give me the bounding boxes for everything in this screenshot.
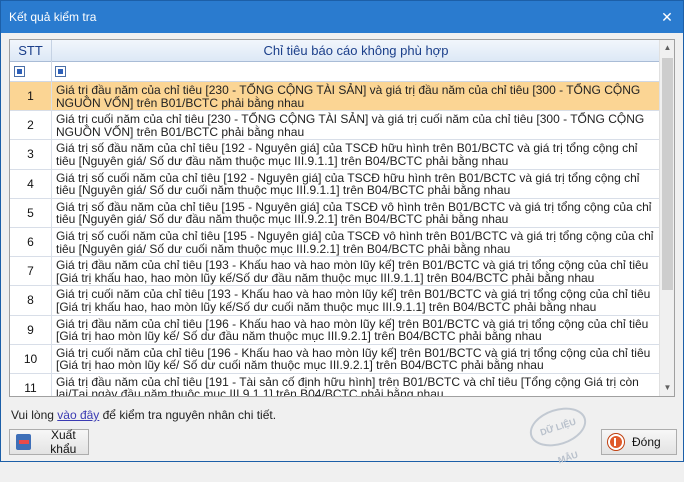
row-description: Giá trị số cuối năm của chỉ tiêu [195 - … (56, 228, 654, 256)
row-stt: 4 (10, 169, 52, 198)
table-row[interactable]: 11 Giá trị đầu năm của chỉ tiêu [191 - Tà… (10, 373, 660, 397)
row-description: Giá trị số đầu năm của chỉ tiêu [192 - N… (56, 141, 638, 168)
close-button[interactable]: Đóng (601, 429, 677, 455)
power-icon (608, 434, 624, 450)
row-stt: 8 (10, 286, 52, 315)
results-grid: STT Chỉ tiêu báo cáo không phù hợp 1 Giá … (9, 39, 675, 397)
row-stt: 1 (10, 82, 52, 111)
title-bar: Kết quả kiểm tra ✕ (1, 1, 683, 33)
detail-link[interactable]: vào đây (57, 408, 99, 422)
row-stt: 6 (10, 227, 52, 257)
grid-rows: 1 Giá trị đầu năm của chỉ tiêu [230 - TỔN… (10, 82, 660, 397)
row-stt: 7 (10, 257, 52, 286)
table-row[interactable]: 7 Giá trị đầu năm của chỉ tiêu [193 - Khấ… (10, 257, 660, 287)
filter-row (10, 62, 660, 82)
watermark-stamp: DỮ LIỆU MẪU (524, 400, 592, 465)
filter-icon[interactable] (55, 66, 66, 77)
export-icon (16, 434, 31, 450)
row-stt: 10 (10, 344, 52, 373)
row-description: Giá trị cuối năm của chỉ tiêu [196 - Khấ… (56, 345, 651, 373)
row-description: Giá trị cuối năm của chỉ tiêu [230 - TỔN… (56, 112, 645, 139)
table-row[interactable]: 10 Giá trị cuối năm của chỉ tiêu [196 - K… (10, 344, 660, 374)
row-description: Giá trị cuối năm của chỉ tiêu [193 - Khấ… (56, 287, 651, 314)
vertical-scrollbar[interactable]: ▲ ▼ (659, 40, 674, 396)
table-row[interactable]: 1 Giá trị đầu năm của chỉ tiêu [230 - TỔN… (10, 82, 660, 112)
table-row[interactable]: 2 Giá trị cuối năm của chỉ tiêu [230 - TỔ… (10, 111, 660, 141)
export-button[interactable]: Xuất khẩu (9, 428, 89, 456)
row-description: Giá trị đầu năm của chỉ tiêu [196 - Khấu… (56, 316, 649, 344)
row-description: Giá trị số cuối năm của chỉ tiêu [192 - … (56, 170, 640, 198)
scroll-down-arrow-icon[interactable]: ▼ (660, 380, 674, 396)
row-stt: 5 (10, 198, 52, 227)
window-title: Kết quả kiểm tra (9, 10, 97, 24)
row-stt: 9 (10, 315, 52, 344)
filter-icon[interactable] (14, 66, 25, 77)
table-row[interactable]: 9 Giá trị đầu năm của chỉ tiêu [196 - Khấ… (10, 315, 660, 345)
table-row[interactable]: 5 Giá trị số đầu năm của chỉ tiêu [195 - … (10, 198, 660, 228)
grid-header: STT Chỉ tiêu báo cáo không phù hợp (10, 40, 660, 62)
table-row[interactable]: 4 Giá trị số cuối năm của chỉ tiêu [192 -… (10, 169, 660, 199)
footer-hint: Vui lòng vào đây để kiểm tra nguyên nhân… (11, 408, 277, 422)
row-stt: 11 (10, 373, 52, 396)
column-header-stt[interactable]: STT (10, 40, 52, 62)
row-description: Giá trị số đầu năm của chỉ tiêu [195 - N… (56, 199, 652, 227)
scrollbar-thumb[interactable] (662, 58, 673, 290)
scroll-up-arrow-icon[interactable]: ▲ (660, 40, 674, 56)
close-icon[interactable]: ✕ (659, 9, 675, 25)
row-description: Giá trị đầu năm của chỉ tiêu [191 - Tài … (56, 374, 639, 397)
row-stt: 2 (10, 111, 52, 140)
result-dialog: Kết quả kiểm tra ✕ STT Chỉ tiêu báo cáo … (0, 0, 684, 465)
row-description: Giá trị đầu năm của chỉ tiêu [193 - Khấu… (56, 258, 649, 285)
row-stt: 3 (10, 140, 52, 169)
column-header-description[interactable]: Chỉ tiêu báo cáo không phù hợp (52, 40, 660, 62)
table-row[interactable]: 3 Giá trị số đầu năm của chỉ tiêu [192 - … (10, 140, 660, 170)
row-description: Giá trị đầu năm của chỉ tiêu [230 - TỔNG… (56, 83, 641, 110)
table-row[interactable]: 6 Giá trị số cuối năm của chỉ tiêu [195 -… (10, 227, 660, 258)
table-row[interactable]: 8 Giá trị cuối năm của chỉ tiêu [193 - Kh… (10, 286, 660, 316)
